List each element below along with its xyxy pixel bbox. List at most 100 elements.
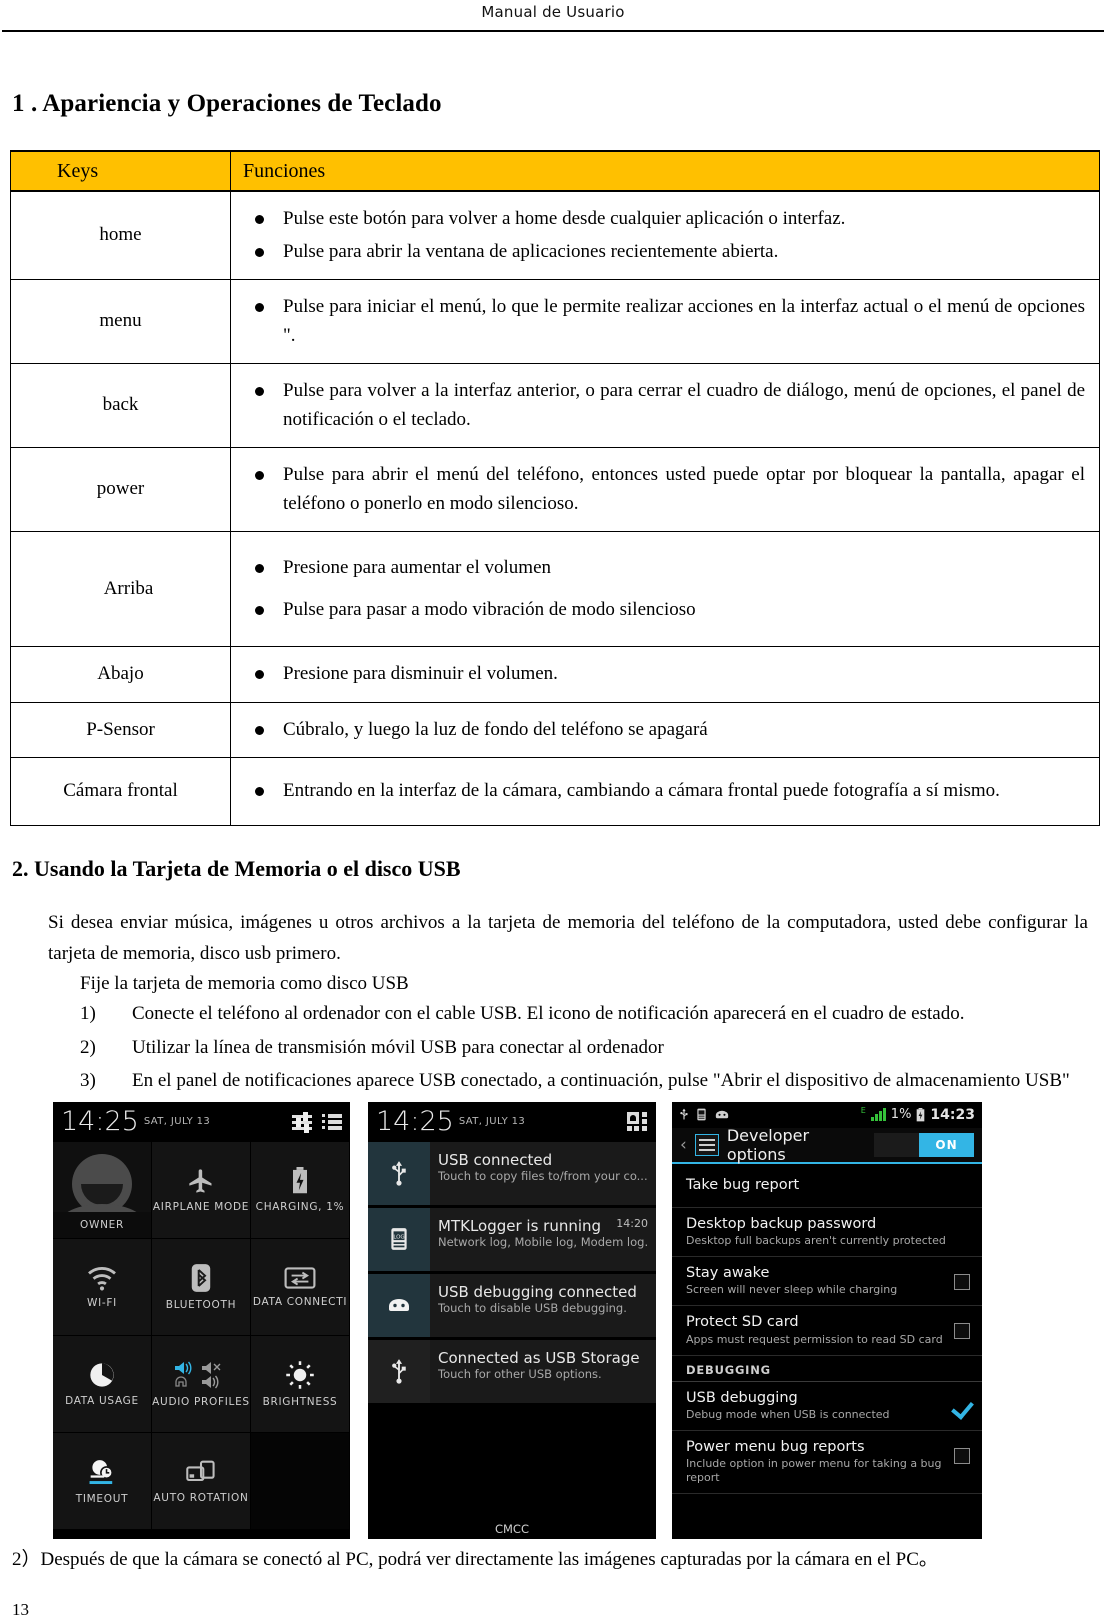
signal-icon: [870, 1108, 886, 1122]
developer-options-toggle[interactable]: ON: [874, 1132, 974, 1157]
key-name: menu: [10, 279, 231, 365]
tile-data-connection[interactable]: DATA CONNECTI: [251, 1238, 350, 1336]
list-item-take-bug-report[interactable]: Take bug report: [672, 1164, 982, 1209]
notification-subtitle: Touch to copy files to/from your co...: [438, 1168, 648, 1183]
column-header-keys: Keys: [10, 149, 231, 193]
developer-options-icon[interactable]: [694, 1133, 719, 1156]
data-usage-icon: [90, 1363, 114, 1387]
section-2-paragraph: Si desea enviar música, imágenes u otros…: [48, 911, 1088, 964]
tile-label: BRIGHTNESS: [262, 1395, 338, 1408]
key-functions: Pulse para iniciar el menú, lo que le pe…: [230, 279, 1100, 365]
keys-functions-table: Keys Funciones home Pulse este botón par…: [10, 149, 1100, 826]
quick-settings-screenshot: 14:25 SAT, JULY 13 OWNER AIRPLANE MODE C…: [53, 1101, 350, 1539]
list-item-protect-sd-card[interactable]: Protect SD card Apps must request permis…: [672, 1306, 982, 1356]
function-bullet: Pulse para abrir la ventana de aplicacio…: [241, 238, 1085, 267]
table-row: home Pulse este botón para volver a home…: [10, 190, 1100, 281]
tile-brightness[interactable]: BRIGHTNESS: [251, 1335, 350, 1433]
running-header: Manual de Usuario: [0, 0, 1106, 30]
table-row: back Pulse para volver a la interfaz ant…: [10, 363, 1100, 449]
tile-label: BLUETOOTH: [165, 1298, 237, 1311]
notification-item[interactable]: LOG 14:20 MTKLogger is running Network lo…: [368, 1207, 656, 1274]
status-bar: 14:25 SAT, JULY 13: [368, 1101, 656, 1142]
bluetooth-icon: [191, 1264, 211, 1292]
list-item-stay-awake[interactable]: Stay awake Screen will never sleep while…: [672, 1257, 982, 1307]
tile-audio-profiles[interactable]: AUDIO PROFILES: [152, 1335, 251, 1433]
usb-debugging-checkbox[interactable]: [954, 1399, 970, 1415]
footer-note: 2）Después de que la cámara se conectó al…: [12, 1548, 938, 1570]
key-functions: Entrando en la interfaz de la cámara, ca…: [230, 757, 1100, 826]
back-chevron-icon[interactable]: ‹: [680, 1135, 687, 1155]
notification-item[interactable]: Connected as USB Storage Touch for other…: [368, 1339, 656, 1406]
step-text: En el panel de notificaciones aparece US…: [132, 1070, 1070, 1092]
tile-label: OWNER: [80, 1218, 124, 1231]
item-title: Take bug report: [686, 1176, 800, 1193]
column-header-funciones: Funciones: [230, 149, 1100, 193]
item-title: USB debugging: [686, 1389, 798, 1406]
list-item-usb-debugging[interactable]: USB debugging Debug mode when USB is con…: [672, 1382, 982, 1431]
key-functions: Presione para aumentar el volumen Pulse …: [230, 531, 1100, 648]
item-subtitle: Include option in power menu for taking …: [686, 1456, 942, 1484]
status-clock: 14:23: [930, 1106, 975, 1123]
status-bar: E 1% 14:23: [672, 1101, 982, 1128]
step-text: Conecte el teléfono al ordenador con el …: [132, 1003, 965, 1025]
developer-options-screenshot: E 1% 14:23 ‹ Developer options ON Take b…: [672, 1101, 982, 1539]
tile-timeout[interactable]: TIMEOUT: [53, 1432, 152, 1530]
header-divider: [2, 30, 1104, 32]
key-functions: Pulse este botón para volver a home desd…: [230, 190, 1100, 281]
status-bar: 14:25 SAT, JULY 13: [53, 1101, 350, 1142]
carrier-label: CMCC: [494, 1521, 529, 1536]
tile-bluetooth[interactable]: BLUETOOTH: [152, 1238, 251, 1336]
tile-auto-rotation[interactable]: AUTO ROTATION: [152, 1432, 251, 1530]
step-number: 1): [80, 1003, 96, 1025]
settings-sliders-icon[interactable]: [292, 1111, 312, 1133]
list-item-desktop-backup-password[interactable]: Desktop backup password Desktop full bac…: [672, 1208, 982, 1258]
action-bar: ‹ Developer options ON: [672, 1125, 982, 1164]
tile-airplane-mode[interactable]: AIRPLANE MODE: [152, 1141, 251, 1239]
android-icon: [368, 1273, 430, 1337]
quick-settings-toggle-icon[interactable]: [627, 1111, 648, 1132]
table-row: Arriba Presione para aumentar el volumen…: [10, 531, 1100, 648]
section-label-debugging: DEBUGGING: [672, 1356, 982, 1382]
function-bullet: Entrando en la interfaz de la cámara, ca…: [241, 777, 1085, 806]
function-bullet: Pulse para iniciar el menú, lo que le pe…: [241, 293, 1085, 350]
step-item: 3) En el panel de notificaciones aparece…: [80, 1067, 1098, 1096]
battery-percent: 1%: [890, 1107, 912, 1123]
section-2-subline: Fije la tarjeta de memoria como disco US…: [80, 973, 409, 995]
function-bullet: Pulse para abrir el menú del teléfono, e…: [241, 461, 1085, 518]
function-bullet: Presione para disminuir el volumen.: [241, 660, 1085, 689]
stay-awake-checkbox[interactable]: [954, 1274, 970, 1291]
tile-label: WI-FI: [87, 1296, 117, 1309]
android-icon: [715, 1111, 729, 1119]
list-item-power-menu-bug-reports[interactable]: Power menu bug reports Include option in…: [672, 1431, 982, 1495]
logger-icon: LOG: [368, 1207, 430, 1271]
section-2-steps: 1) Conecte el teléfono al ordenador con …: [80, 1000, 1098, 1096]
page-title: Developer options: [726, 1125, 810, 1164]
status-clock: 14:25: [61, 1106, 139, 1138]
usb-icon: [680, 1108, 688, 1120]
item-title: Desktop backup password: [686, 1216, 877, 1233]
protect-sd-card-checkbox[interactable]: [954, 1323, 970, 1340]
airplane-icon: [189, 1169, 212, 1193]
function-bullet: Pulse para volver a la interfaz anterior…: [241, 377, 1085, 434]
quick-settings-tiles: OWNER AIRPLANE MODE CHARGING, 1% WI-FI B…: [53, 1141, 350, 1530]
tile-label: DATA USAGE: [65, 1394, 139, 1407]
notification-item[interactable]: USB debugging connected Touch to disable…: [368, 1273, 656, 1340]
tile-label: CHARGING, 1%: [255, 1200, 345, 1213]
item-title: Power menu bug reports: [686, 1438, 865, 1455]
tile-owner[interactable]: OWNER: [53, 1141, 152, 1239]
power-menu-bug-reports-checkbox[interactable]: [954, 1447, 970, 1464]
notification-list-icon[interactable]: [322, 1113, 342, 1131]
notification-subtitle: Touch to disable USB debugging.: [438, 1300, 627, 1315]
section-2-heading: 2. Usando la Tarjeta de Memoria o el dis…: [12, 855, 461, 881]
page-number: 13: [12, 1600, 29, 1620]
key-name: Arriba: [10, 531, 231, 648]
notification-item[interactable]: USB connected Touch to copy files to/fro…: [368, 1141, 656, 1208]
notification-title: USB connected: [438, 1150, 553, 1169]
notification-shade-screenshot: 14:25 SAT, JULY 13 USB connected Touch t…: [368, 1101, 656, 1539]
audio-profiles-icon: [175, 1361, 221, 1389]
tile-wifi[interactable]: WI-FI: [53, 1238, 152, 1336]
tile-data-usage[interactable]: DATA USAGE: [53, 1335, 152, 1433]
key-name: Abajo: [10, 646, 231, 703]
tile-charging[interactable]: CHARGING, 1%: [251, 1141, 350, 1239]
tile-empty: [251, 1432, 350, 1530]
